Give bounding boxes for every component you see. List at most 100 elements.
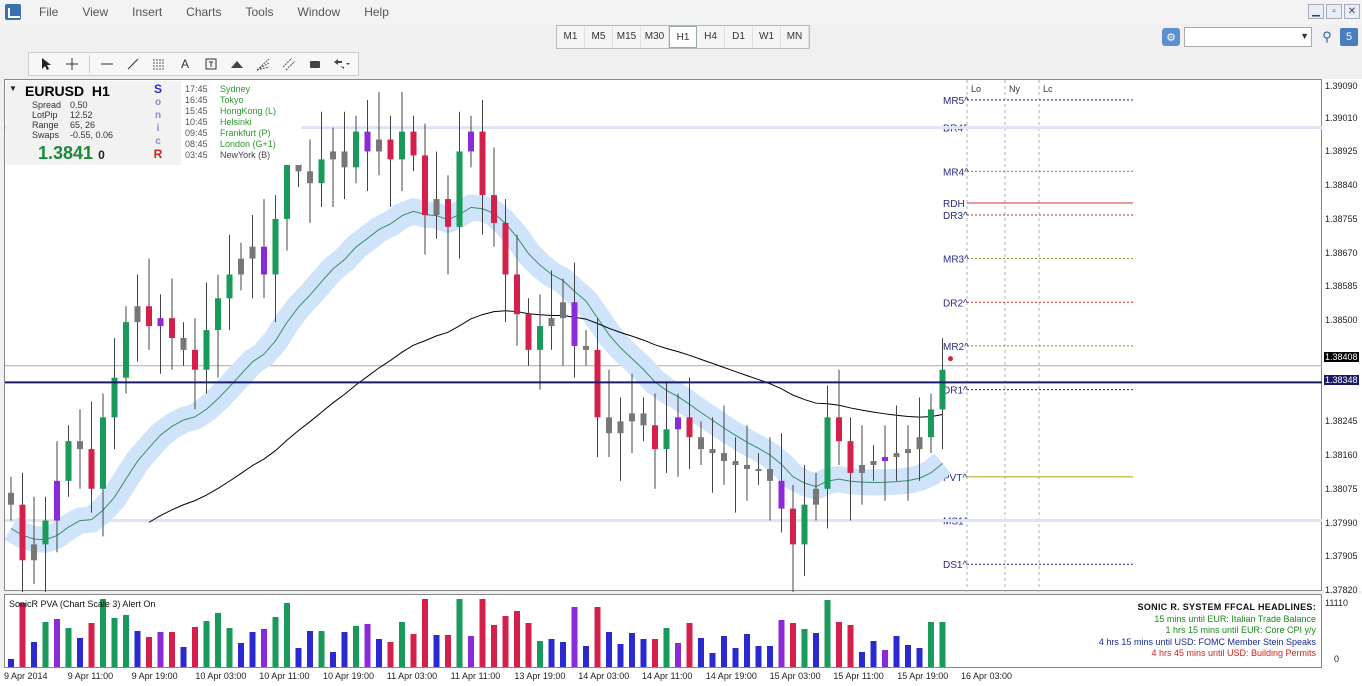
volume-bar — [514, 611, 520, 667]
logo-letter: o — [154, 97, 162, 108]
logo-letter: i — [156, 123, 160, 134]
session-time: 17:45 — [185, 84, 208, 94]
candle — [629, 413, 635, 422]
price-axis[interactable]: 1.39090 1.39010 1.38925 1.38840 1.38755 1.386… — [1322, 79, 1362, 595]
cursor-icon[interactable] — [33, 53, 59, 75]
volume-bar — [8, 659, 14, 667]
time-tick: 10 Apr 19:00 — [323, 671, 375, 681]
triangle-icon[interactable] — [224, 53, 250, 75]
volume-bar — [928, 622, 934, 667]
rect-icon[interactable] — [302, 53, 328, 75]
timeframe-h4[interactable]: H4 — [697, 26, 725, 48]
menu-item-help[interactable]: Help — [352, 0, 401, 24]
volume-bar — [675, 643, 681, 667]
candle — [686, 417, 693, 438]
crosshair-icon[interactable] — [59, 53, 85, 75]
pivot-level-label: MR5^ — [943, 96, 969, 107]
settings-gear-icon[interactable]: ⚙ — [1162, 28, 1180, 46]
candle — [790, 508, 796, 545]
candle — [502, 222, 509, 275]
time-tick: 10 Apr 11:00 — [259, 671, 310, 681]
candle — [571, 302, 578, 346]
candle — [111, 377, 118, 418]
volume-bar — [111, 618, 118, 667]
trendline-icon[interactable] — [120, 53, 146, 75]
session-time: 09:45 — [185, 128, 208, 138]
timeframe-mn[interactable]: MN — [781, 26, 809, 48]
timeframe-m15[interactable]: M15 — [613, 26, 641, 48]
arrows-icon[interactable] — [328, 53, 354, 75]
volume-bar — [318, 631, 325, 667]
volume-bar — [215, 613, 221, 667]
volume-bar — [134, 631, 141, 667]
dropdown-arrow-icon[interactable]: ▼ — [1300, 31, 1309, 41]
volume-bar — [422, 599, 428, 667]
candle — [77, 441, 83, 450]
symbol-stats: Spread 0.50 LotPip 12.52 Range 65, 26 Swaps… — [32, 100, 113, 140]
volume-bar — [686, 623, 693, 667]
time-axis[interactable]: 9 Apr 2014 9 Apr 11:00 9 Apr 19:00 10 Apr 0… — [0, 668, 1362, 686]
candle — [525, 314, 532, 350]
text-icon[interactable]: A — [172, 53, 198, 75]
candle — [928, 409, 934, 438]
search-input[interactable]: ▼ — [1184, 27, 1312, 47]
volume-bar — [307, 631, 313, 667]
volume-bar — [341, 632, 348, 667]
time-tick: 14 Apr 03:00 — [578, 671, 630, 681]
minimize-button[interactable]: ▁ — [1308, 4, 1324, 19]
volume-bar — [859, 652, 865, 667]
candle — [939, 369, 946, 410]
timeframe-d1[interactable]: D1 — [725, 26, 753, 48]
volume-bar — [663, 628, 670, 667]
symbol-info-panel: ▼ EURUSD H1 Spread 0.50 LotPip 12.52 Range… — [6, 81, 181, 165]
candle — [916, 437, 923, 450]
candle — [19, 504, 26, 561]
menu-item-insert[interactable]: Insert — [120, 0, 174, 24]
candle — [859, 464, 865, 473]
menu-item-charts[interactable]: Charts — [174, 0, 233, 24]
hline-icon[interactable] — [94, 53, 120, 75]
menu-item-tools[interactable]: Tools — [234, 0, 286, 24]
candle — [203, 330, 210, 370]
logo-letter: R — [153, 147, 163, 161]
timeframe-w1[interactable]: W1 — [753, 26, 781, 48]
timeframe-m5[interactable]: M5 — [585, 26, 613, 48]
candle — [905, 449, 911, 454]
pivot-level-label: RDH — [943, 199, 965, 210]
candle — [882, 457, 888, 462]
session-row: 15:45 HongKong (L) — [185, 106, 276, 116]
menu-item-file[interactable]: File — [27, 0, 70, 24]
collapse-triangle-icon[interactable]: ▼ — [9, 84, 17, 93]
candle — [399, 131, 405, 160]
volume-bar — [732, 648, 739, 667]
price-tick: 1.38585 — [1325, 281, 1358, 292]
candle — [491, 195, 497, 223]
volume-bar — [157, 632, 164, 667]
close-button[interactable]: ✕ — [1344, 4, 1360, 19]
timeframe-h1[interactable]: H1 — [669, 26, 697, 48]
label-icon[interactable] — [198, 53, 224, 75]
volume-bar — [169, 632, 175, 667]
price-tick: 1.38840 — [1325, 180, 1358, 191]
current-price-dot — [948, 356, 953, 362]
timeframe-m1[interactable]: M1 — [557, 26, 585, 48]
volume-bar — [847, 625, 854, 667]
volume-bar — [249, 632, 256, 667]
candle — [364, 131, 371, 152]
indicator-axis: 11110 0 — [1322, 594, 1362, 668]
session-name: Tokyo — [220, 95, 244, 105]
menu-item-window[interactable]: Window — [286, 0, 353, 24]
spread-label: Spread — [32, 100, 62, 110]
notification-badge[interactable]: 5 — [1340, 28, 1358, 46]
logo-letter: S — [153, 82, 162, 96]
volume-bar — [456, 599, 463, 667]
search-icon[interactable]: ⚲ — [1318, 28, 1336, 46]
restore-button[interactable]: ▫ — [1326, 4, 1342, 19]
volume-bar — [65, 628, 72, 667]
time-tick: 14 Apr 19:00 — [705, 671, 757, 681]
fibfan-icon[interactable] — [250, 53, 276, 75]
fibo-icon[interactable] — [146, 53, 172, 75]
timeframe-m30[interactable]: M30 — [641, 26, 669, 48]
menu-item-view[interactable]: View — [70, 0, 120, 24]
channel-icon[interactable] — [276, 53, 302, 75]
